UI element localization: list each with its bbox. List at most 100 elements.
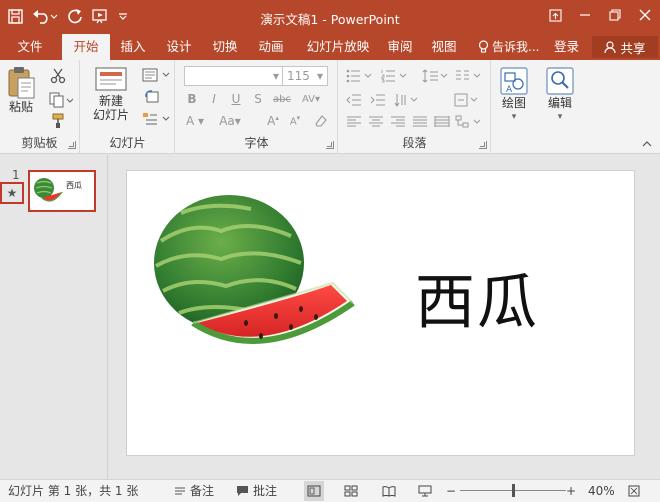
new-slide-button[interactable]: 新建 幻灯片	[89, 66, 133, 122]
slide-number: 1	[12, 168, 20, 182]
text-shadow-button[interactable]: S	[250, 90, 266, 108]
restore-button[interactable]	[600, 0, 630, 30]
justify-button[interactable]	[411, 114, 429, 130]
distributed-button[interactable]	[433, 114, 451, 130]
minimize-icon	[580, 14, 590, 16]
decrease-indent-icon	[346, 94, 361, 106]
paragraph-dialog-launcher[interactable]	[479, 141, 487, 149]
paintbrush-icon	[52, 113, 64, 128]
decrease-font-button[interactable]: A▾	[286, 112, 304, 130]
align-left-button[interactable]	[345, 114, 363, 130]
comments-button[interactable]: 批注	[236, 480, 277, 502]
tab-transitions[interactable]: 切换	[204, 34, 246, 60]
tab-review[interactable]: 审阅	[382, 34, 418, 60]
editing-button[interactable]: 编辑 ▾	[540, 66, 580, 124]
drawing-button[interactable]: A 绘图 ▾	[496, 66, 532, 124]
watermelon-thumbnail-icon	[34, 178, 63, 202]
underline-button[interactable]: U	[228, 90, 244, 108]
slideshow-view-button[interactable]	[418, 480, 432, 502]
italic-button[interactable]: I	[206, 90, 222, 108]
increase-indent-button[interactable]	[369, 92, 387, 108]
shrink-font-icon: A▾	[289, 114, 301, 128]
reading-view-icon	[382, 486, 396, 497]
slide-thumbnail-1[interactable]: 西瓜	[28, 170, 96, 212]
tab-file[interactable]: 文件	[6, 34, 54, 60]
slide-sorter-button[interactable]	[344, 480, 358, 502]
format-painter-button[interactable]	[48, 112, 68, 130]
undo-button[interactable]	[30, 5, 60, 27]
tell-me-search[interactable]: 告诉我...	[478, 34, 539, 60]
layout-button[interactable]	[141, 66, 171, 84]
login-link[interactable]: 登录	[554, 34, 579, 60]
plus-icon: +	[566, 484, 577, 498]
bullets-icon	[346, 69, 372, 83]
app-name: PowerPoint	[330, 12, 400, 27]
paste-icon	[8, 67, 35, 99]
font-size-combo[interactable]: 115 ▾	[282, 66, 328, 86]
decrease-indent-button[interactable]	[345, 92, 363, 108]
slide-canvas[interactable]: 西瓜	[126, 170, 635, 456]
zoom-level[interactable]: 40%	[588, 480, 615, 502]
align-right-button[interactable]	[389, 114, 407, 130]
align-left-icon	[347, 116, 361, 127]
tab-view[interactable]: 视图	[426, 34, 462, 60]
person-icon	[604, 40, 617, 53]
notes-button[interactable]: 备注	[174, 480, 214, 502]
minus-icon: −	[446, 484, 457, 498]
tab-slideshow[interactable]: 幻灯片放映	[298, 34, 378, 60]
smartart-button[interactable]	[453, 114, 485, 130]
fit-slide-button[interactable]	[628, 480, 640, 502]
normal-view-button[interactable]	[304, 481, 324, 501]
collapse-ribbon-button[interactable]	[640, 138, 654, 150]
customize-qat-button[interactable]	[116, 5, 130, 27]
new-slide-label-line1: 新建	[98, 94, 123, 108]
tab-insert[interactable]: 插入	[112, 34, 154, 60]
font-dialog-launcher[interactable]	[326, 141, 334, 149]
increase-font-button[interactable]: A▴	[264, 112, 282, 130]
tab-home[interactable]: 开始	[62, 34, 110, 60]
save-button[interactable]	[4, 5, 26, 27]
zoom-in-button[interactable]: +	[566, 480, 576, 502]
lightbulb-icon	[478, 40, 489, 53]
strikethrough-button[interactable]: abc	[270, 90, 294, 108]
tab-animations[interactable]: 动画	[250, 34, 292, 60]
copy-button[interactable]	[46, 90, 76, 110]
bullets-button[interactable]	[345, 68, 375, 84]
align-center-button[interactable]	[367, 114, 385, 130]
reading-view-button[interactable]	[382, 480, 396, 502]
font-color-button[interactable]: A ▾	[182, 112, 208, 130]
zoom-slider-thumb[interactable]	[512, 484, 515, 497]
font-name-combo[interactable]: ▾	[184, 66, 284, 86]
redo-button[interactable]	[64, 5, 86, 27]
numbering-button[interactable]	[379, 68, 411, 84]
slide-title-text[interactable]: 西瓜	[415, 254, 539, 341]
watermelon-image[interactable]	[151, 191, 361, 366]
align-text-button[interactable]	[453, 92, 481, 108]
text-columns-button[interactable]	[453, 68, 485, 84]
character-spacing-icon: AV▾	[301, 93, 321, 105]
slide-sorter-icon	[344, 485, 358, 497]
ribbon-display-options-button[interactable]	[540, 0, 570, 30]
animation-indicator[interactable]: ★	[0, 182, 24, 204]
line-spacing-button[interactable]	[421, 68, 449, 84]
tab-design[interactable]: 设计	[158, 34, 200, 60]
paste-button[interactable]: 粘贴	[6, 66, 36, 114]
clipboard-dialog-launcher[interactable]	[68, 141, 76, 149]
zoom-out-button[interactable]: −	[446, 480, 456, 502]
bold-button[interactable]: B	[184, 90, 200, 108]
clear-formatting-button[interactable]	[312, 112, 330, 130]
close-button[interactable]	[630, 0, 660, 30]
clipboard-group: 粘贴 剪贴板	[0, 60, 80, 154]
section-button[interactable]	[141, 110, 171, 128]
reset-slide-button[interactable]	[141, 88, 163, 106]
share-button[interactable]: 共享	[592, 36, 658, 58]
change-case-button[interactable]: Aa▾	[214, 112, 246, 130]
text-direction-button[interactable]	[393, 92, 421, 108]
cut-button[interactable]	[48, 66, 68, 86]
character-spacing-button[interactable]: AV▾	[296, 90, 326, 108]
start-slideshow-button[interactable]	[90, 5, 112, 27]
justify-icon	[413, 116, 427, 127]
paragraph-group-label: 段落	[402, 136, 427, 150]
minimize-button[interactable]	[570, 0, 600, 30]
slideshow-icon	[92, 9, 107, 24]
